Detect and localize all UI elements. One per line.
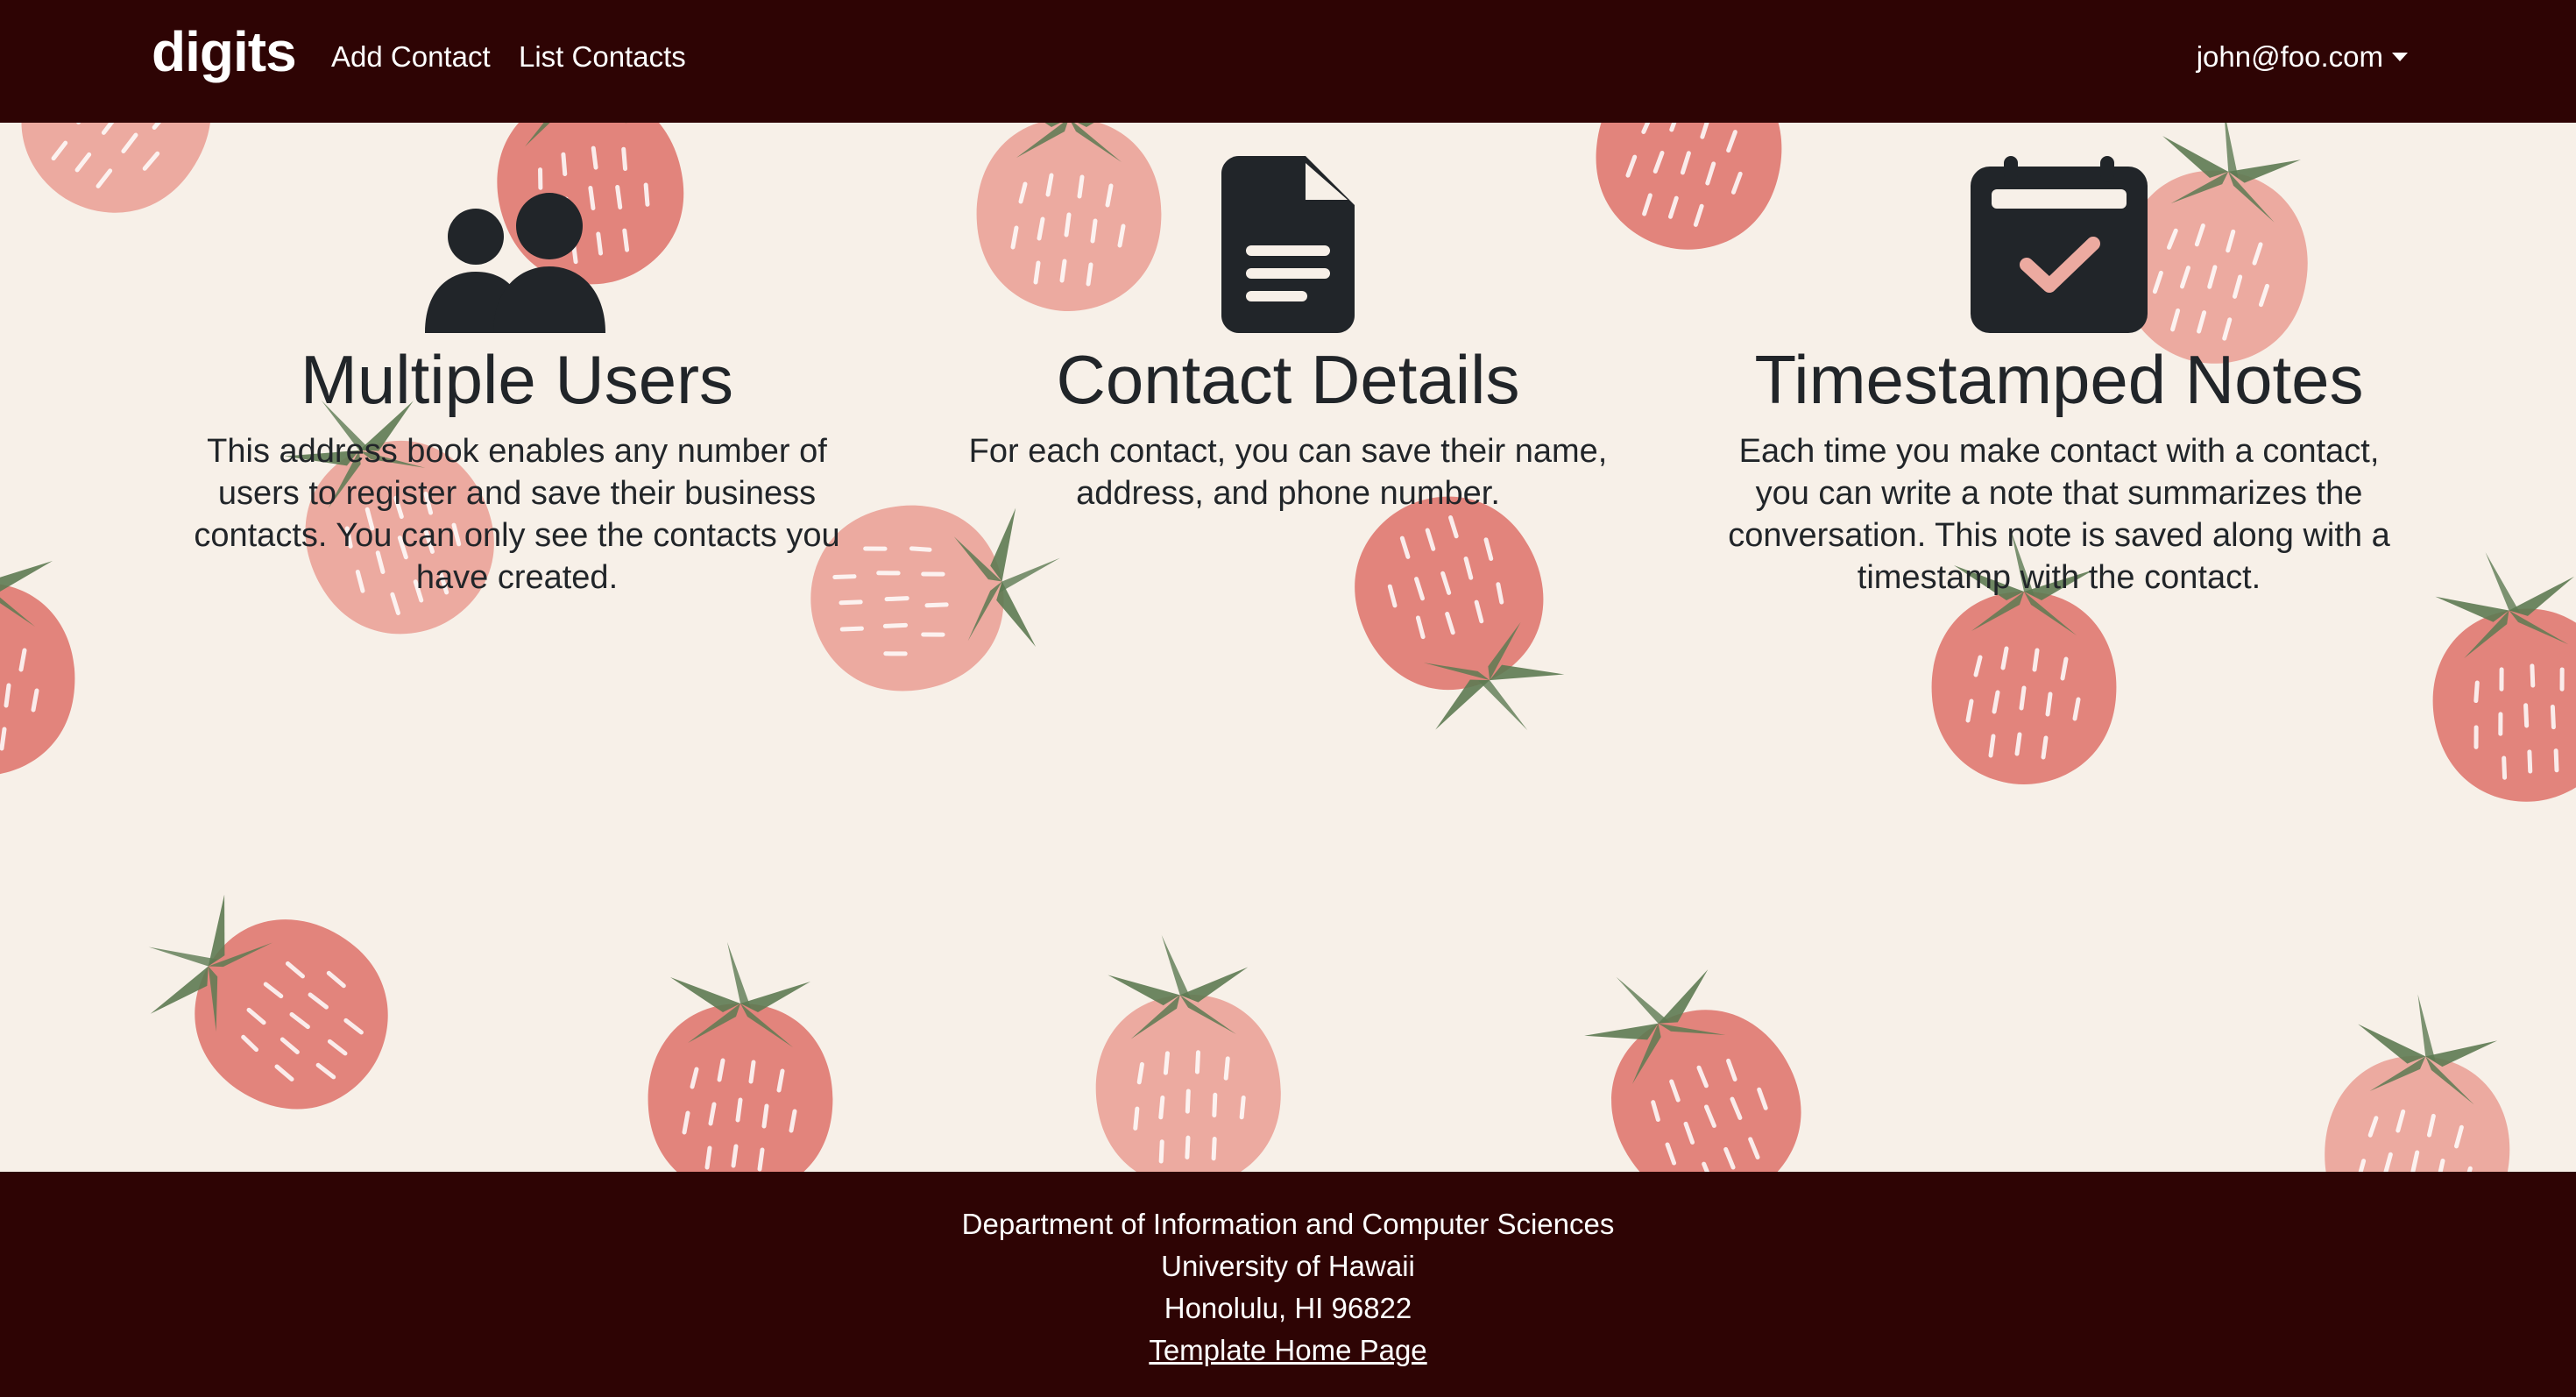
file-icon bbox=[1221, 156, 1355, 333]
feature-title: Multiple Users bbox=[300, 341, 734, 418]
calendar-check-icon bbox=[1971, 156, 2148, 333]
strawberry bbox=[2317, 987, 2523, 1172]
strawberry bbox=[648, 942, 833, 1172]
strawberry bbox=[109, 855, 421, 1143]
brand-logo[interactable]: digits bbox=[152, 19, 297, 84]
landing-main: Multiple Users This address book enables… bbox=[0, 123, 2576, 1172]
feature-text: For each contact, you can save their nam… bbox=[968, 433, 1608, 513]
footer-address: Honolulu, HI 96822 bbox=[1164, 1292, 1412, 1324]
strawberry bbox=[0, 521, 74, 776]
user-dropdown[interactable]: john@foo.com bbox=[2197, 40, 2408, 74]
footer: Department of Information and Computer S… bbox=[0, 1172, 2576, 1397]
feature-text: This address book enables any number of … bbox=[194, 433, 840, 597]
feature-title: Timestamped Notes bbox=[1754, 341, 2364, 418]
users-icon bbox=[425, 193, 605, 333]
feature-contact-details: Contact Details For each contact, you ca… bbox=[929, 149, 1647, 514]
user-email: john@foo.com bbox=[2196, 40, 2383, 73]
navbar: digits Add Contact List Contacts john@fo… bbox=[0, 0, 2576, 123]
strawberry bbox=[1547, 924, 1835, 1172]
chevron-down-icon bbox=[2392, 53, 2408, 61]
feature-timestamped-notes: Timestamped Notes Each time you make con… bbox=[1700, 149, 2418, 599]
strawberry bbox=[2408, 534, 2576, 816]
strawberry bbox=[1083, 925, 1289, 1172]
feature-text: Each time you make contact with a contac… bbox=[1728, 433, 2390, 597]
nav-add-contact[interactable]: Add Contact bbox=[331, 40, 491, 74]
footer-department: Department of Information and Computer S… bbox=[961, 1208, 1615, 1240]
template-home-link[interactable]: Template Home Page bbox=[1149, 1334, 1426, 1366]
feature-multiple-users: Multiple Users This address book enables… bbox=[158, 149, 876, 599]
feature-title: Contact Details bbox=[1056, 341, 1520, 418]
nav-list-contacts[interactable]: List Contacts bbox=[519, 40, 686, 74]
footer-university: University of Hawaii bbox=[1161, 1250, 1415, 1282]
